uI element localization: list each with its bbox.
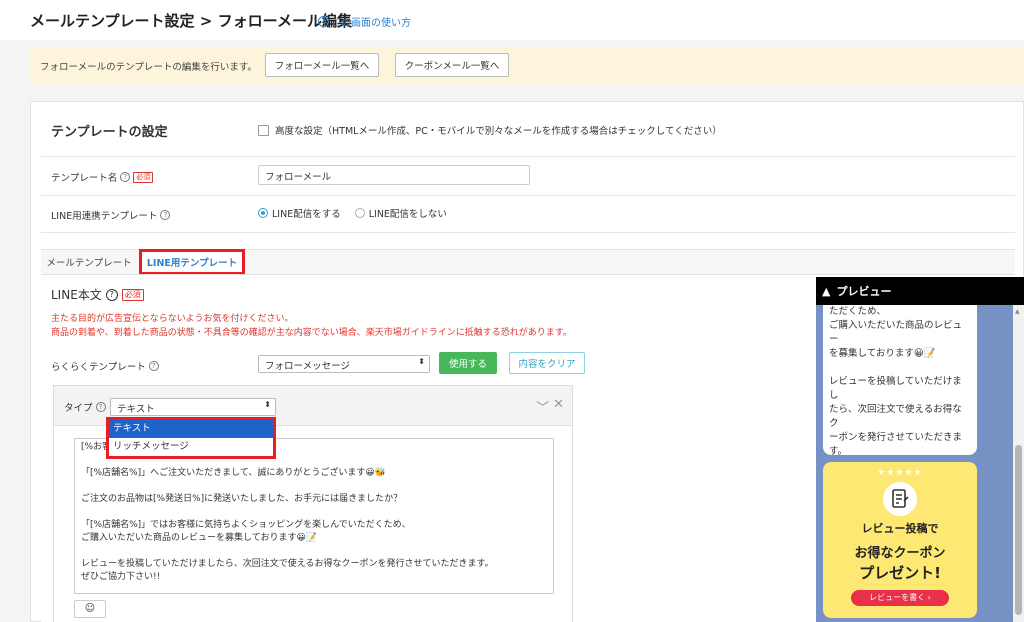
radio-on-label: LINE配信をする: [272, 209, 341, 220]
radio-line-off[interactable]: LINE配信をしない: [354, 206, 447, 220]
preview-title: プレビュー: [836, 285, 892, 298]
easy-template-label: らくらくテンプレート: [51, 362, 146, 373]
triangle-up-icon: ▲: [822, 284, 831, 298]
question-icon[interactable]: ?: [160, 210, 171, 220]
help-link[interactable]: ? この画面の使い方: [318, 14, 411, 29]
emoji-button[interactable]: ☺: [74, 600, 106, 618]
settings-title: テンプレートの設定: [51, 125, 168, 140]
stars-icon: ★★★★★: [877, 468, 923, 478]
text-line: レビューを投稿していただけまし: [829, 376, 962, 401]
advanced-label: 高度な設定（HTMLメール作成、PC・モバイルで別々なメールを作成する場合はチェ…: [275, 126, 722, 137]
notice-text: フォローメールのテンプレートの編集を行います。: [40, 62, 257, 73]
text-line: [829, 361, 971, 375]
template-name-input[interactable]: フォローメール: [258, 165, 530, 185]
divider: [41, 232, 1015, 233]
coupon-line-2: お得なクーポン: [854, 546, 946, 561]
required-badge: 必須: [133, 171, 154, 183]
use-template-button[interactable]: 使用する: [439, 352, 497, 374]
preview-scrollbar[interactable]: ▲: [1013, 305, 1024, 622]
type-select[interactable]: テキスト ⬍: [110, 398, 276, 416]
text-line: 「[%店舗名%]」ではお客様に気持ちよくショッピングを楽しんでいただくため、: [81, 520, 411, 530]
line-template-label: LINE用連携テンプレート: [51, 211, 158, 222]
type-select-value: テキスト: [117, 404, 155, 415]
tab-line-template[interactable]: LINE用テンプレート: [139, 249, 245, 275]
question-icon[interactable]: ?: [120, 172, 131, 182]
easy-template-select[interactable]: フォローメッセージ ⬍: [258, 355, 430, 373]
text-line: ご注文のお品物は[%発送日%]に発送いたしました、お手元には届きましたか？: [81, 494, 403, 504]
coupon-line-3: プレゼント!: [859, 564, 941, 582]
preview-coupon-card: ★★★★★ レビュー投稿で お得なクーポン プレゼント! レビューを書く ›: [823, 462, 977, 618]
write-review-button[interactable]: レビューを書く ›: [851, 590, 949, 606]
text-line: を募集しております😀📝: [829, 348, 936, 359]
type-label: タイプ: [64, 403, 93, 414]
follow-mail-list-button[interactable]: フォローメール一覧へ: [265, 53, 379, 77]
radio-line-on[interactable]: LINE配信をする: [258, 206, 341, 220]
template-name-label: テンプレート名: [51, 173, 118, 184]
advanced-checkbox[interactable]: [258, 124, 269, 136]
text-line: ご購入いただいた商品のレビュー: [829, 320, 963, 345]
scrollbar-thumb[interactable]: [1015, 445, 1022, 615]
text-line: 「[%店舗名%]」へご注文いただきまして、誠にありがとうございます😀🐝: [81, 468, 386, 478]
warning-line-1: 主たる目的が広告宣伝とならないようお気を付けください。: [51, 314, 294, 324]
dropdown-option-rich-message[interactable]: リッチメッセージ: [109, 438, 273, 456]
preview-header[interactable]: ▲ プレビュー: [816, 277, 1024, 305]
help-link-label: この画面の使い方: [331, 18, 411, 29]
text-line: ご購入いただいた商品のレビューを募集しております😀📝: [81, 533, 318, 543]
select-arrow-icon: ⬍: [418, 357, 425, 366]
help-icon: ?: [318, 16, 329, 27]
clear-content-button[interactable]: 内容をクリア: [509, 352, 585, 374]
scroll-up-arrow-icon[interactable]: ▲: [1015, 308, 1020, 315]
required-badge: 必須: [121, 288, 144, 301]
question-icon[interactable]: ?: [148, 361, 159, 371]
text-line: ーポンを発行させていただきま: [829, 432, 963, 443]
divider: [41, 156, 1015, 157]
coupon-line-1: レビュー投稿で: [861, 522, 939, 535]
text-line: レビューを投稿していただけましたら、次回注文で使えるお得なクーポンを発行させてい…: [81, 559, 494, 569]
type-label-row: タイプ ?: [64, 400, 106, 414]
review-document-icon: [883, 482, 917, 516]
coupon-mail-list-button[interactable]: クーポンメール一覧へ: [395, 53, 509, 77]
type-dropdown-menu: テキスト リッチメッセージ: [106, 417, 276, 459]
divider: [41, 195, 1015, 196]
text-line: [81, 506, 547, 519]
radio-off-label: LINE配信をしない: [368, 209, 447, 220]
advanced-setting[interactable]: 高度な設定（HTMLメール作成、PC・モバイルで別々なメールを作成する場合はチェ…: [258, 123, 722, 137]
card-controls: ﹀ ✕: [536, 397, 564, 416]
radio-on-dot[interactable]: [258, 208, 268, 218]
text-line: [81, 480, 547, 493]
select-arrow-icon: ⬍: [264, 400, 271, 409]
radio-off-dot[interactable]: [354, 208, 365, 218]
question-icon[interactable]: ?: [95, 402, 106, 412]
preview-panel: ▲ プレビュー ただくため、ご購入いただいた商品のレビューを募集しております😀📝…: [816, 277, 1024, 622]
line-body-title: LINE本文: [51, 288, 102, 302]
line-template-label-row: LINE用連携テンプレート ?: [51, 208, 171, 222]
warning-line-2: 商品の到着や、到着した商品の状態・不具合等の確認が主な内容でない場合、楽天市場ガ…: [51, 328, 572, 338]
tab-mail-template[interactable]: メールテンプレート: [41, 252, 137, 272]
preview-message-bubble: ただくため、ご購入いただいた商品のレビューを募集しております😀📝 レビューを投稿し…: [823, 305, 977, 455]
text-line: ぜひご協力下さい!!: [81, 572, 161, 582]
collapse-chevron-icon[interactable]: ﹀: [536, 397, 549, 416]
text-line: [81, 545, 547, 558]
question-icon[interactable]: ?: [105, 288, 118, 301]
notice-bar: フォローメールのテンプレートの編集を行います。 フォローメール一覧へ クーポンメ…: [30, 47, 1024, 83]
page-title: メールテンプレート設定 > フォローメール編集: [30, 12, 352, 30]
easy-template-value: フォローメッセージ: [265, 361, 350, 372]
template-name-label-row: テンプレート名 ? 必須: [51, 170, 154, 184]
close-icon[interactable]: ✕: [553, 397, 564, 416]
message-textarea[interactable]: [%お客 「[%店舗名%]」へご注文いただきまして、誠にありがとうございます😀🐝 ご…: [74, 438, 554, 594]
line-body-title-row: LINE本文 ? 必須: [51, 286, 144, 303]
dropdown-option-text[interactable]: テキスト: [109, 420, 273, 438]
page-header: メールテンプレート設定 > フォローメール編集 ? この画面の使い方: [0, 0, 1024, 40]
easy-template-label-row: らくらくテンプレート ?: [51, 359, 159, 373]
text-line: たら、次回注文で使えるお得なク: [829, 404, 962, 429]
text-line: ただくため、: [829, 306, 887, 317]
text-line: す。: [829, 446, 848, 455]
line-delivery-radio-group: LINE配信をする LINE配信をしない: [258, 206, 447, 220]
